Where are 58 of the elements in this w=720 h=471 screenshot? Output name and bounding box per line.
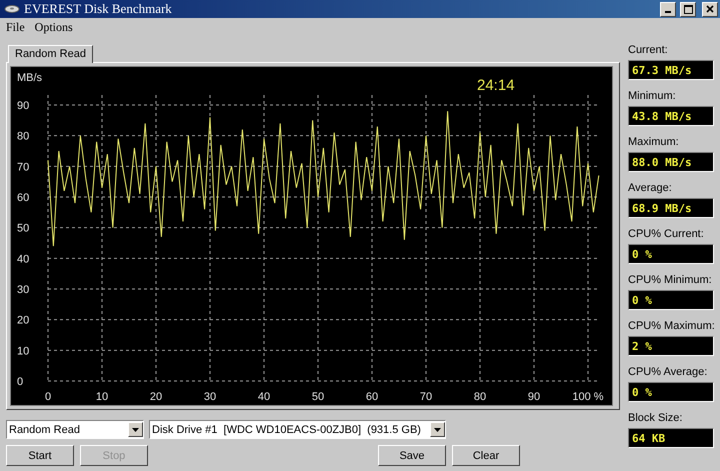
- elapsed-time: 24:14: [477, 77, 515, 94]
- axis-label: 10: [96, 391, 108, 403]
- stat-label: Current:: [628, 44, 669, 58]
- close-icon: [706, 5, 714, 13]
- action-button[interactable]: Save: [378, 445, 446, 466]
- axis-label: 100 %: [572, 391, 604, 403]
- stat-label: CPU% Minimum:: [628, 274, 713, 288]
- stat-value: 0 %: [628, 244, 714, 264]
- action-button[interactable]: Clear: [452, 445, 520, 466]
- maximize-button[interactable]: [680, 2, 696, 16]
- tab[interactable]: Random Read: [8, 45, 93, 63]
- stat-value: 0 %: [628, 382, 714, 402]
- axis-label: 0: [17, 376, 24, 388]
- maximize-icon: [684, 4, 692, 14]
- stat-label: Average:: [628, 182, 673, 196]
- stat-value: 43.8 MB/s: [628, 106, 714, 126]
- caret-icon: [430, 422, 445, 437]
- axis-label: 90: [17, 100, 30, 112]
- axis-label: 70: [420, 391, 432, 403]
- axis-label: 30: [17, 284, 30, 296]
- stat-label: Minimum:: [628, 90, 677, 104]
- stat-label: Maximum:: [628, 136, 680, 150]
- axis-label: 50: [17, 222, 30, 235]
- axis-label: 40: [17, 253, 30, 266]
- test-dropdown[interactable]: Random Read: [6, 420, 144, 439]
- stat-value: 68.9 MB/s: [628, 198, 714, 218]
- caret-icon: [128, 422, 143, 437]
- stat-value: 88.0 MB/s: [628, 152, 714, 172]
- stat-label: Block Size:: [628, 412, 684, 426]
- window-title: EVEREST Disk Benchmark: [24, 1, 173, 17]
- axis-label: 20: [17, 314, 30, 327]
- close-button[interactable]: [702, 2, 718, 16]
- axis-label: 10: [17, 345, 30, 358]
- stat-label: CPU% Average:: [628, 366, 708, 380]
- stat-label: CPU% Maximum:: [628, 320, 716, 334]
- disk-icon: [4, 4, 20, 14]
- axis-label: 70: [17, 161, 30, 174]
- stat-value: 2 %: [628, 336, 714, 356]
- menu-item[interactable]: Options: [34, 20, 73, 38]
- axis-label: 60: [366, 391, 378, 403]
- axis-label: 80: [474, 391, 486, 403]
- axis-label: 20: [150, 391, 162, 403]
- stat-label: CPU% Current:: [628, 228, 705, 242]
- axis-label: 40: [258, 391, 270, 403]
- action-button[interactable]: Start: [6, 445, 74, 466]
- stat-value: 64 KB: [628, 428, 714, 448]
- axis-label: 90: [528, 391, 540, 403]
- stat-value: 0 %: [628, 290, 714, 310]
- minimize-button[interactable]: [660, 2, 676, 16]
- axis-label: 50: [312, 391, 324, 403]
- stat-value: 67.3 MB/s: [628, 60, 714, 80]
- menu-item[interactable]: File: [6, 20, 25, 38]
- axis-label: 80: [17, 130, 30, 143]
- axis-label: 60: [17, 192, 30, 204]
- axis-title: MB/s: [17, 72, 42, 84]
- axis-label: 0: [44, 391, 52, 403]
- drive-dropdown[interactable]: Disk Drive #1 [WDC WD10EACS-00ZJB0] (931.5 GB): [149, 420, 446, 439]
- axis-label: 30: [204, 391, 216, 403]
